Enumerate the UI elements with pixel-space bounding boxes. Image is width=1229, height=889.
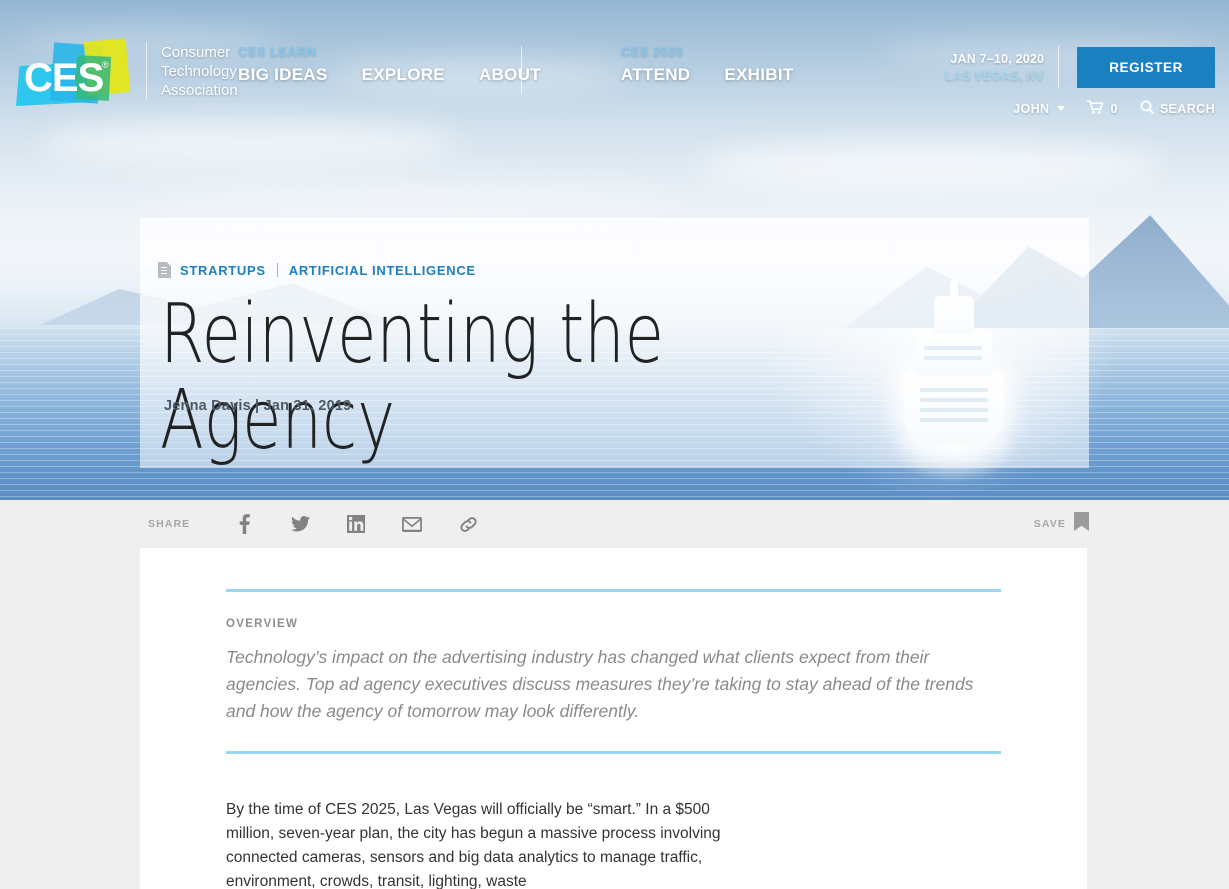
tag-divider: [276, 263, 278, 277]
share-bar: SHARE SAVE: [0, 500, 1229, 548]
twitter-icon[interactable]: [272, 516, 328, 532]
cloud-decoration: [700, 140, 1160, 192]
utility-divider: [1058, 46, 1060, 88]
header-utility-area: JAN 7–10, 2020 LAS VEGAS, NV REGISTER JO…: [945, 46, 1215, 117]
page-root: CES ® Consumer Technology Association CE…: [0, 0, 1229, 889]
nav-item-attend[interactable]: ATTEND: [621, 65, 690, 85]
save-label: SAVE: [1033, 518, 1066, 530]
tag-artificial-intelligence[interactable]: ARTIFICIAL INTELLIGENCE: [289, 263, 476, 278]
link-icon[interactable]: [440, 515, 496, 534]
nav-item-about[interactable]: ABOUT: [479, 65, 541, 85]
article-content: OVERVIEW Technology’s impact on the adve…: [140, 548, 1087, 889]
tag-startups[interactable]: STRARTUPS: [180, 263, 266, 278]
user-menu-label: JOHN: [1013, 101, 1050, 116]
linkedin-icon[interactable]: [328, 515, 384, 533]
nav-item-explore[interactable]: EXPLORE: [362, 65, 445, 85]
org-line-3: Association: [161, 81, 238, 99]
user-menu[interactable]: JOHN: [1013, 101, 1066, 116]
nav-divider: [521, 46, 522, 94]
organization-name: Consumer Technology Association: [161, 43, 238, 100]
left-gutter: [0, 548, 140, 889]
ces-logo-text: CES: [24, 56, 104, 100]
site-header: CES ® Consumer Technology Association CE…: [0, 0, 1229, 136]
cloud-decoration: [150, 185, 670, 219]
main-navigation: CES LEARN BIG IDEAS EXPLORE ABOUT CES 20…: [238, 44, 830, 85]
nav-eyebrow-ces-learn[interactable]: CES LEARN: [238, 44, 317, 59]
page-title: Reinventing the Agency: [160, 287, 665, 468]
cart-icon: [1086, 100, 1104, 117]
body-paragraph: By the time of CES 2025, Las Vegas will …: [226, 801, 721, 889]
ces-logo-icon: CES ®: [14, 38, 132, 106]
facebook-icon[interactable]: [216, 514, 272, 534]
search-label: SEARCH: [1159, 101, 1215, 116]
article-tags: STRARTUPS ARTIFICIAL INTELLIGENCE: [158, 262, 476, 278]
chevron-down-icon: [1057, 106, 1066, 111]
cart-count: 0: [1110, 101, 1118, 116]
overview-section: OVERVIEW Technology’s impact on the adve…: [140, 592, 1087, 725]
registered-mark: ®: [102, 60, 109, 70]
right-gutter: [1087, 548, 1229, 889]
nav-group-ces-2020: CES 2020 ATTEND EXHIBIT: [577, 44, 830, 85]
org-line-2: Technology: [161, 62, 237, 80]
overview-label: OVERVIEW: [226, 618, 299, 630]
nav-item-big-ideas[interactable]: BIG IDEAS: [238, 65, 328, 85]
save-button[interactable]: SAVE: [1034, 500, 1089, 548]
event-dates: JAN 7–10, 2020: [950, 51, 1045, 66]
nav-item-exhibit[interactable]: EXHIBIT: [724, 65, 793, 85]
site-logo[interactable]: CES ® Consumer Technology Association: [14, 38, 238, 106]
bookmark-icon: [1074, 512, 1089, 536]
org-line-1: Consumer: [161, 43, 231, 61]
email-icon[interactable]: [384, 516, 440, 532]
logo-divider: [146, 42, 147, 100]
cart-button[interactable]: 0: [1086, 100, 1118, 117]
share-label: SHARE: [148, 518, 191, 530]
article-body: By the time of CES 2025, Las Vegas will …: [140, 754, 1087, 889]
event-dates-block: JAN 7–10, 2020 LAS VEGAS, NV: [945, 52, 1044, 83]
search-button[interactable]: SEARCH: [1140, 100, 1215, 117]
document-icon: [158, 262, 171, 278]
nav-group-ces-learn: CES LEARN BIG IDEAS EXPLORE ABOUT: [238, 44, 577, 85]
article-byline: Jenna Davis | Jan 31, 2019: [164, 398, 352, 414]
article-header-card: STRARTUPS ARTIFICIAL INTELLIGENCE Reinve…: [140, 218, 1089, 468]
event-location: LAS VEGAS, NV: [945, 68, 1045, 83]
nav-eyebrow-ces-2020[interactable]: CES 2020: [621, 44, 683, 59]
search-icon: [1140, 100, 1154, 117]
register-button[interactable]: REGISTER: [1077, 46, 1215, 88]
overview-text: Technology’s impact on the advertising i…: [226, 647, 974, 721]
